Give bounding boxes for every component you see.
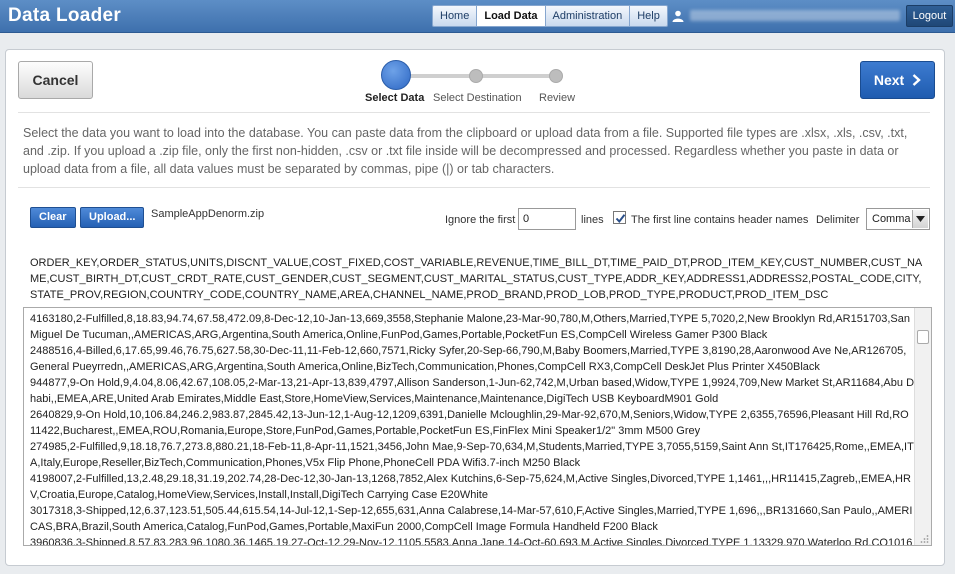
- instructions-text: Select the data you want to load into th…: [23, 126, 908, 176]
- data-row: 3960836,3-Shipped,8,57.83,283.96,1080.36…: [30, 537, 913, 546]
- app-title: Data Loader: [8, 5, 122, 26]
- step-review-marker: [549, 69, 563, 83]
- column-header-preview: ORDER_KEY,ORDER_STATUS,UNITS,DISCNT_VALU…: [30, 257, 923, 301]
- logout-button[interactable]: Logout: [906, 5, 953, 27]
- next-button-label: Next: [873, 72, 905, 88]
- step-select-destination-label: Select Destination: [433, 92, 522, 104]
- chevron-right-icon: [912, 74, 921, 86]
- clear-button[interactable]: Clear: [30, 207, 76, 228]
- data-row: 2488516,4-Billed,6,17.65,99.46,76.75,627…: [30, 345, 907, 373]
- user-icon: [672, 10, 684, 22]
- nav-tab-administration[interactable]: Administration: [545, 5, 631, 27]
- divider: [18, 187, 930, 188]
- ignore-lines-input[interactable]: [518, 208, 576, 230]
- header-row-checkbox-label: The first line contains header names: [631, 214, 809, 226]
- ignore-lines-label: Ignore the first: [445, 214, 516, 226]
- delimiter-select-value: Comma: [872, 213, 911, 225]
- data-textarea[interactable]: 4163180,2-Fulfilled,8,18.83,94.74,67.58,…: [23, 307, 932, 546]
- next-button[interactable]: Next: [860, 61, 935, 99]
- cancel-button[interactable]: Cancel: [18, 61, 93, 99]
- data-row: 4198007,2-Fulfilled,13,2.48,29.18,31.19,…: [30, 473, 911, 501]
- data-row: 4163180,2-Fulfilled,8,18.83,94.74,67.58,…: [30, 313, 910, 341]
- delimiter-label: Delimiter: [816, 214, 860, 226]
- delimiter-dropdown-button[interactable]: [912, 210, 928, 228]
- main-nav: Home Load Data Administration Help: [432, 5, 668, 27]
- vertical-scrollbar[interactable]: [914, 308, 931, 545]
- data-row: 3017318,3-Shipped,12,6.37,123.51,505.44,…: [30, 505, 913, 533]
- step-select-data-marker: [381, 60, 411, 90]
- wizard-panel: Cancel Next Select Data Select Destinati…: [5, 49, 945, 566]
- resize-grip-icon[interactable]: [919, 533, 929, 543]
- nav-tab-help[interactable]: Help: [630, 5, 668, 27]
- data-row: 2640829,9-On Hold,10,106.84,246.2,983.87…: [30, 409, 909, 437]
- divider: [18, 112, 930, 113]
- step-review-label: Review: [539, 92, 576, 104]
- nav-tab-load-data[interactable]: Load Data: [477, 5, 546, 27]
- delimiter-select[interactable]: Comma: [866, 208, 930, 230]
- step-select-destination-marker: [469, 69, 483, 83]
- app-header: Data Loader Home Load Data Administratio…: [0, 0, 955, 33]
- chevron-down-icon: [916, 216, 925, 222]
- nav-tab-home[interactable]: Home: [432, 5, 478, 27]
- user-name-redacted: [690, 10, 900, 21]
- data-row: 944877,9-On Hold,9,4.04,8.06,42.67,108.0…: [30, 377, 915, 405]
- lines-label: lines: [581, 214, 604, 226]
- checkmark-icon: [615, 214, 626, 224]
- step-select-data-label: Select Data: [365, 92, 425, 104]
- data-row: 274985,2-Fulfilled,9,18.18,76.7,273.8,88…: [30, 441, 914, 469]
- upload-button[interactable]: Upload...: [80, 207, 145, 228]
- header-row-checkbox[interactable]: [613, 211, 626, 224]
- data-textarea-content: 4163180,2-Fulfilled,8,18.83,94.74,67.58,…: [30, 311, 915, 546]
- uploaded-file-name: SampleAppDenorm.zip: [151, 208, 265, 220]
- scrollbar-thumb[interactable]: [917, 330, 929, 344]
